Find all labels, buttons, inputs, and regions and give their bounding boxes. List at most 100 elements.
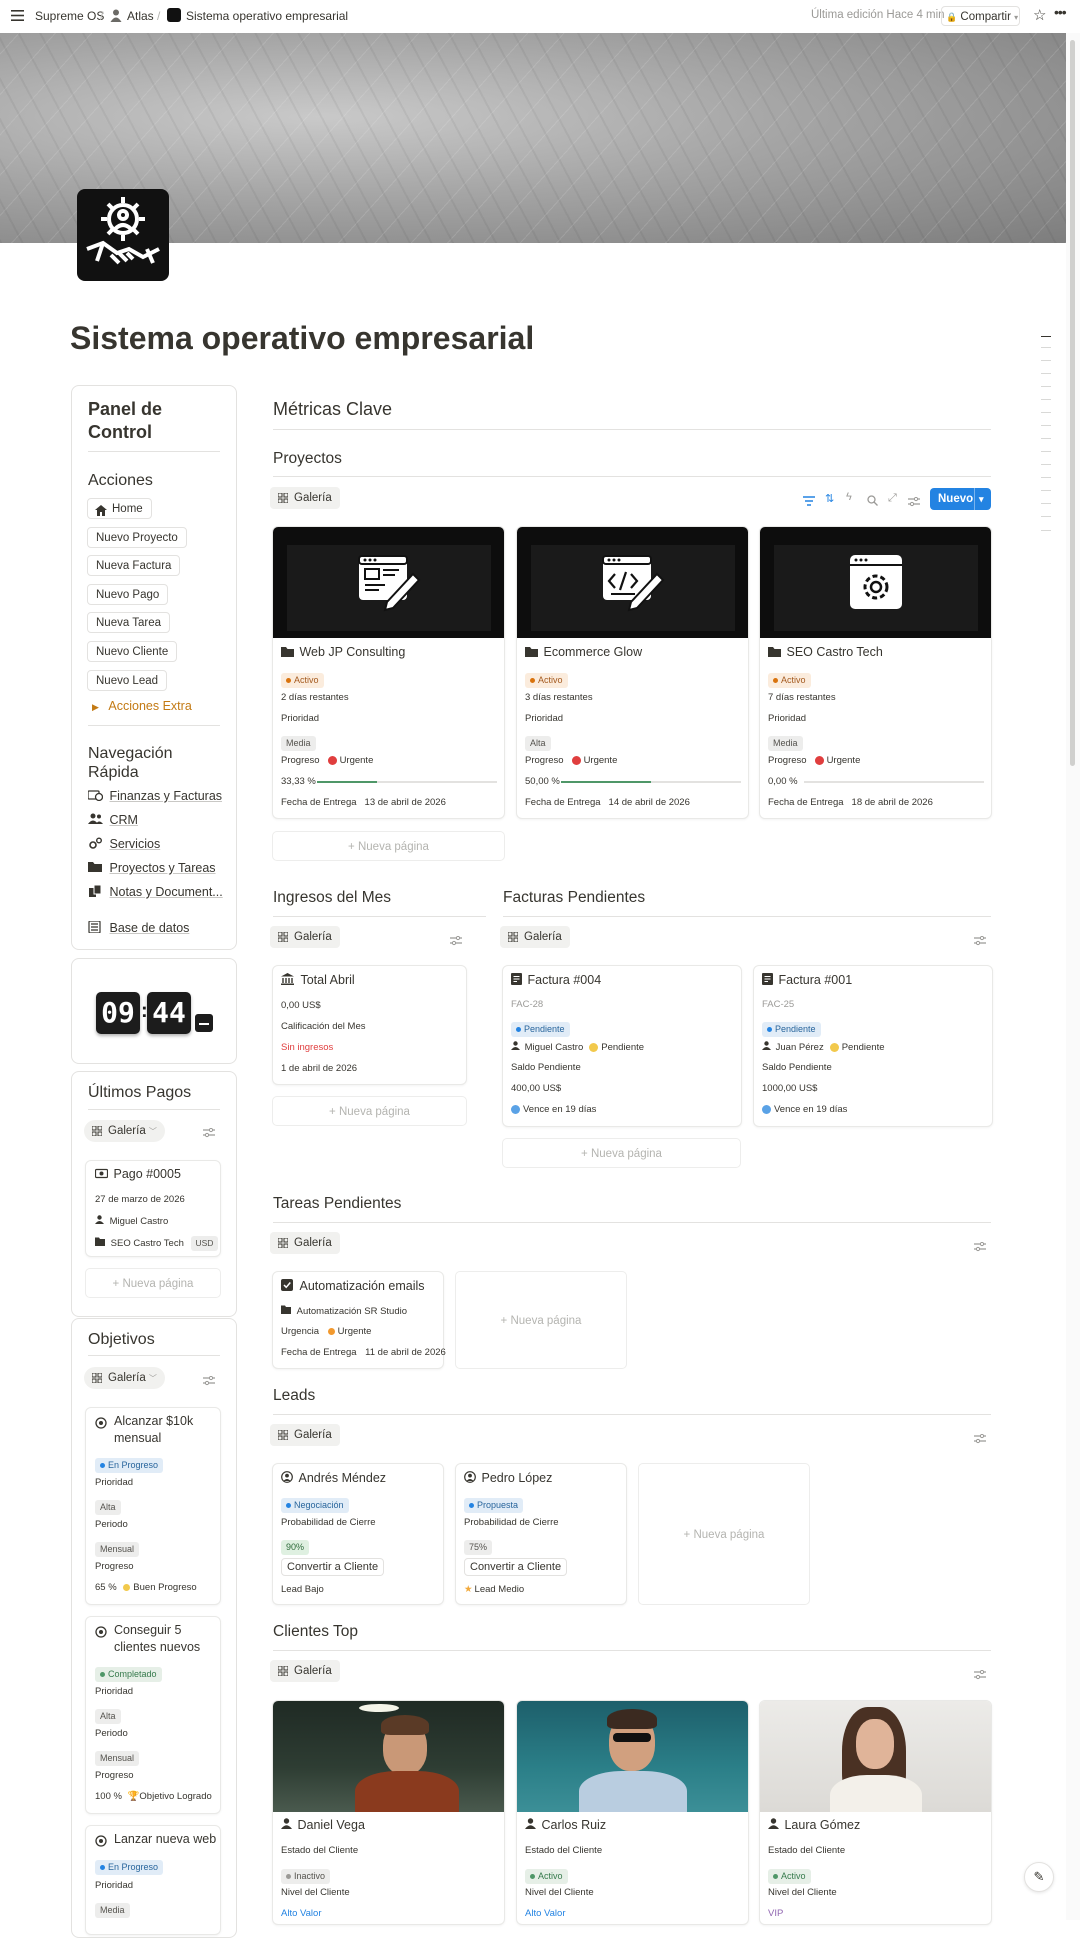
clientes-heading: Clientes Top [273,1623,359,1640]
extra-actions-toggle[interactable]: ▶ Acciones Extra [92,699,192,713]
gallery-view-tab[interactable]: Galería [270,1660,340,1682]
new-page-label: Nueva página [693,1529,765,1541]
probability-value: 75% [464,1540,493,1555]
status-tag: Negociación [281,1498,349,1513]
help-button[interactable]: ✎ [1024,1862,1054,1892]
pen-icon: ✎ [1033,1869,1045,1884]
filter-icon[interactable] [803,493,815,511]
gallery-view-tab[interactable]: Galería ﹀ [84,1367,165,1389]
status-label: Activo [294,675,319,685]
period-value: Mensual [95,1542,140,1557]
gallery-view-tab[interactable]: Galería [270,487,340,509]
new-page-button[interactable]: + Nueva página [638,1463,810,1605]
new-client-button[interactable]: Nuevo Cliente [87,641,178,662]
new-page-button[interactable]: + Nueva página [272,831,505,861]
nav-notas[interactable]: Notas y Document... [88,884,223,900]
settings-icon[interactable] [203,1125,215,1143]
toc-marker[interactable] [1041,386,1051,387]
nav-servicios[interactable]: Servicios [88,837,160,852]
new-page-button[interactable]: + Nueva página [272,1096,467,1126]
probability-value: 90% [281,1540,310,1555]
new-button[interactable]: Nuevo ▾ [930,488,991,510]
nav-finanzas[interactable]: Finanzas y Facturas [87,789,222,804]
breadcrumb-current[interactable]: Sistema operativo empresarial [186,9,348,23]
project-status: Activo [281,670,324,688]
new-task-button[interactable]: Nueva Tarea [87,612,170,633]
settings-icon[interactable] [908,494,920,512]
toc-marker[interactable] [1041,360,1051,361]
users-icon [88,813,103,828]
lead-level: ★ Lead Medio [464,1584,524,1595]
settings-icon[interactable] [974,1431,986,1449]
gallery-icon [92,1373,102,1383]
due-dot [762,1104,771,1114]
convert-to-client-button[interactable]: Convertir a Cliente [464,1557,568,1576]
new-button-label: Nuevo [938,493,974,505]
toc-marker[interactable] [1041,477,1051,478]
status-label: Activo [781,1871,806,1881]
toc-marker[interactable] [1041,425,1051,426]
toc-marker[interactable] [1041,530,1051,531]
facturas-heading: Facturas Pendientes [503,889,646,906]
scrollbar-thumb[interactable] [1070,40,1075,766]
gallery-view-tab[interactable]: Galería [270,926,340,948]
gallery-icon [278,1666,288,1676]
person-icon [511,1041,520,1053]
new-page-button[interactable]: + Nueva página [85,1268,221,1298]
settings-icon[interactable] [974,1239,986,1257]
new-page-button[interactable]: + Nueva página [502,1138,741,1168]
urgency-dot [327,755,337,765]
clock-minutes: 44 [152,996,186,1029]
expand-icon[interactable]: ⤢ [888,492,897,505]
page-title[interactable]: Sistema operativo empresarial [70,320,534,357]
progress-label: Progreso [95,1561,134,1572]
gallery-view-tab[interactable]: Galería [270,1424,340,1446]
goal-title-line: mensual [114,1431,162,1445]
project-status: Activo [525,670,568,688]
notes-icon [88,884,103,900]
client-level-value: Alto Valor [281,1908,322,1919]
sort-icon[interactable]: ⇅ [825,492,834,505]
gallery-view-tab[interactable]: Galería [500,926,570,948]
income-rating-label: Calificación del Mes [281,1021,366,1032]
toc-marker[interactable] [1041,336,1051,337]
nav-proyectos[interactable]: Proyectos y Tareas [88,861,216,876]
toc-marker[interactable] [1041,490,1051,491]
more-icon[interactable]: ••• [1054,4,1067,20]
toc-marker[interactable] [1041,412,1051,413]
toc-marker[interactable] [1041,347,1051,348]
breadcrumb-workspace[interactable]: Supreme OS [35,9,104,23]
menu-icon[interactable] [11,10,24,24]
gallery-view-tab[interactable]: Galería [270,1232,340,1254]
search-icon[interactable] [867,493,878,511]
settings-icon[interactable] [203,1373,215,1391]
gallery-view-tab[interactable]: Galería ﹀ [84,1120,165,1142]
breadcrumb-atlas[interactable]: Atlas [127,9,154,23]
toc-marker[interactable] [1041,451,1051,452]
lead-title-text: Andrés Méndez [298,1471,387,1485]
toc-marker[interactable] [1041,373,1051,374]
page-icon[interactable] [77,189,169,281]
bolt-icon[interactable]: ϟ [846,491,852,503]
new-lead-button[interactable]: Nuevo Lead [87,670,168,691]
priority-label: Prioridad [95,1880,134,1891]
toc-marker[interactable] [1041,399,1051,400]
toc-marker[interactable] [1041,503,1051,504]
settings-icon[interactable] [974,1667,986,1685]
new-payment-button[interactable]: Nuevo Pago [87,584,169,605]
toc-marker[interactable] [1041,464,1051,465]
settings-icon[interactable] [450,933,462,951]
share-button[interactable]: 🔒 Compartir ▾ [941,6,1020,26]
toc-marker[interactable] [1041,516,1051,517]
folder-icon [88,861,103,876]
new-project-button[interactable]: Nuevo Proyecto [87,527,187,548]
settings-icon[interactable] [974,933,986,951]
nav-base-de-datos[interactable]: Base de datos [88,920,189,936]
new-page-button[interactable]: + Nueva página [455,1271,627,1369]
nav-crm[interactable]: CRM [88,813,138,828]
toc-marker[interactable] [1041,438,1051,439]
convert-to-client-button[interactable]: Convertir a Cliente [281,1557,385,1576]
home-button[interactable]: Home [87,498,152,519]
star-icon[interactable]: ☆ [1033,6,1046,24]
new-invoice-button[interactable]: Nueva Factura [87,555,181,576]
